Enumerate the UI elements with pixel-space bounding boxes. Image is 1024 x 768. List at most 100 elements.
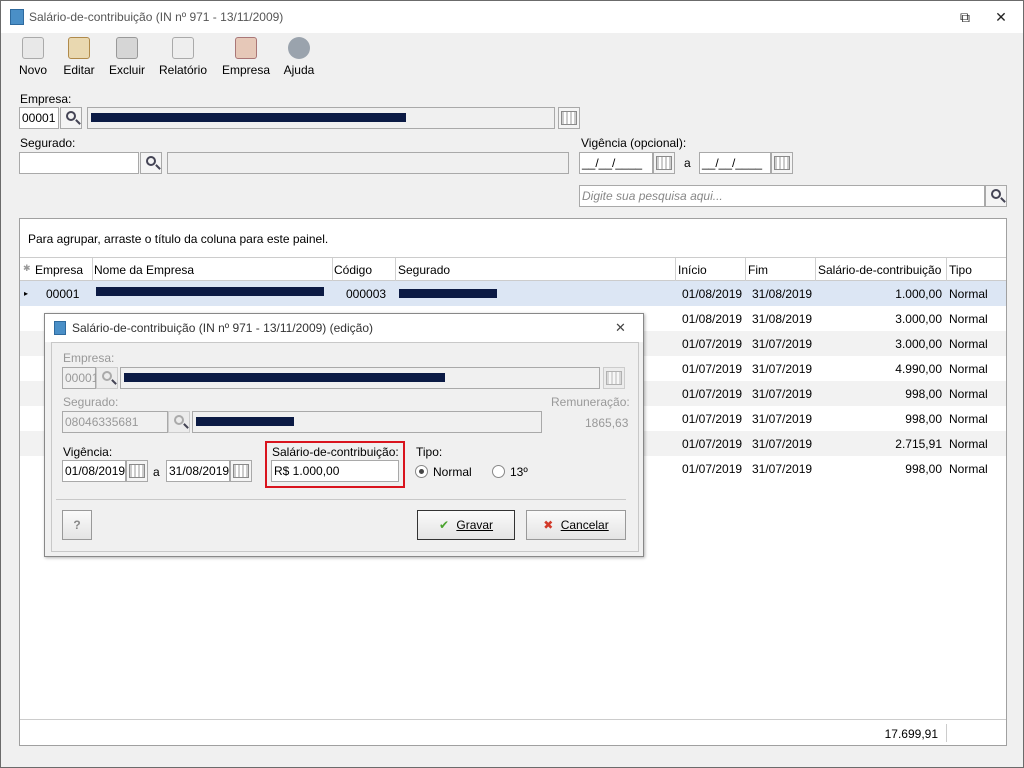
empresa-search-button[interactable] bbox=[60, 107, 82, 129]
col-tipo[interactable]: Tipo bbox=[949, 263, 972, 277]
row-pointer-icon: ▸ bbox=[24, 289, 29, 298]
dlg-help-button[interactable]: ? bbox=[62, 510, 92, 540]
cell-inicio: 01/07/2019 bbox=[682, 462, 743, 476]
cell-inicio: 01/08/2019 bbox=[682, 312, 743, 326]
dlg-tipo-label: Tipo: bbox=[416, 445, 443, 459]
vigencia-to-input[interactable]: __/__/____ bbox=[699, 152, 771, 174]
edit-dialog: Salário-de-contribuição (IN nº 971 - 13/… bbox=[44, 313, 644, 557]
dlg-segurado-search bbox=[168, 411, 190, 433]
vigencia-from-calendar-button[interactable] bbox=[653, 152, 675, 174]
empresa-label: Empresa: bbox=[20, 92, 72, 106]
row-indicator-header: ✱ bbox=[23, 263, 31, 273]
cell-inicio: 01/07/2019 bbox=[682, 362, 743, 376]
cancel-x-icon: ✖ bbox=[543, 518, 554, 532]
editar-label: Editar bbox=[63, 63, 95, 77]
tipo-normal-label: Normal bbox=[433, 465, 472, 479]
col-fim[interactable]: Fim bbox=[748, 263, 768, 277]
cancelar-label: Cancelar bbox=[560, 518, 609, 532]
calendar-icon bbox=[233, 464, 249, 478]
grid-footer: 17.699,91 bbox=[20, 719, 1006, 745]
app-icon bbox=[10, 9, 24, 25]
cell-tipo: Normal bbox=[949, 437, 988, 451]
dialog-close-icon[interactable]: ✕ bbox=[615, 320, 626, 336]
col-segurado[interactable]: Segurado bbox=[398, 263, 450, 277]
empresa-code-input[interactable]: 00001 bbox=[19, 107, 59, 129]
col-separator bbox=[92, 258, 93, 282]
cell-inicio: 01/08/2019 bbox=[682, 287, 743, 301]
close-button[interactable]: ✕ bbox=[987, 7, 1015, 27]
col-nome-empresa[interactable]: Nome da Empresa bbox=[94, 263, 194, 277]
cell-tipo: Normal bbox=[949, 337, 988, 351]
cell-empresa: 00001 bbox=[46, 287, 80, 301]
empresa-label: Empresa bbox=[221, 63, 271, 77]
col-salario[interactable]: Salário-de-contribuição bbox=[818, 263, 941, 277]
company-icon bbox=[235, 37, 257, 59]
empresa-button[interactable]: Empresa bbox=[221, 37, 271, 81]
redacted-segurado-name bbox=[196, 417, 294, 426]
col-codigo[interactable]: Código bbox=[334, 263, 372, 277]
relatorio-button[interactable]: Relatório bbox=[157, 37, 209, 81]
search-icon bbox=[102, 371, 112, 381]
cell-tipo: Normal bbox=[949, 412, 988, 426]
calendar-icon bbox=[656, 156, 672, 170]
dlg-remuneracao-label: Remuneração: bbox=[551, 395, 630, 409]
cell-tipo: Normal bbox=[949, 462, 988, 476]
dlg-salario-input[interactable]: R$ 1.000,00 bbox=[271, 460, 399, 482]
search-icon bbox=[66, 111, 76, 121]
table-row[interactable]: ▸ 00001 000003 01/08/2019 31/08/2019 1.0… bbox=[20, 281, 1006, 306]
search-icon bbox=[991, 189, 1001, 199]
segurado-code-input[interactable] bbox=[19, 152, 139, 174]
tipo-normal-radio[interactable] bbox=[415, 465, 428, 478]
vigencia-from-input[interactable]: __/__/____ bbox=[579, 152, 653, 174]
search-input[interactable]: Digite sua pesquisa aqui... bbox=[579, 185, 985, 207]
cell-salario: 998,00 bbox=[905, 387, 942, 401]
dlg-segurado-label: Segurado: bbox=[63, 395, 119, 409]
table-icon bbox=[606, 371, 622, 385]
ajuda-button[interactable]: Ajuda bbox=[281, 37, 317, 81]
cell-inicio: 01/07/2019 bbox=[682, 437, 743, 451]
dlg-remuneracao-value: 1865,63 bbox=[585, 416, 629, 430]
cell-salario: 3.000,00 bbox=[895, 337, 942, 351]
dlg-vigencia-to-calendar[interactable] bbox=[230, 460, 252, 482]
tipo-13-radio[interactable] bbox=[492, 465, 505, 478]
vigencia-to-calendar-button[interactable] bbox=[771, 152, 793, 174]
dlg-empresa-code: 00001 bbox=[62, 367, 98, 389]
dlg-vigencia-from-calendar[interactable] bbox=[126, 460, 148, 482]
excluir-button[interactable]: Excluir bbox=[107, 37, 147, 81]
dlg-empresa-search bbox=[96, 367, 118, 389]
report-icon bbox=[172, 37, 194, 59]
segurado-name-field bbox=[167, 152, 569, 174]
col-empresa[interactable]: Empresa bbox=[35, 263, 83, 277]
cell-fim: 31/07/2019 bbox=[752, 362, 813, 376]
calendar-icon bbox=[774, 156, 790, 170]
table-icon bbox=[561, 111, 577, 125]
global-search-button[interactable] bbox=[985, 185, 1007, 207]
col-separator bbox=[745, 258, 746, 282]
novo-button[interactable]: Novo bbox=[15, 37, 51, 81]
segurado-label: Segurado: bbox=[20, 136, 76, 150]
col-separator bbox=[395, 258, 396, 282]
check-icon: ✔ bbox=[438, 518, 450, 532]
dlg-empresa-table bbox=[603, 367, 625, 389]
dialog-divider bbox=[56, 499, 626, 500]
redacted-segurado-name bbox=[399, 289, 497, 298]
empresa-table-button[interactable] bbox=[558, 107, 580, 129]
ajuda-label: Ajuda bbox=[283, 63, 315, 77]
cell-salario: 1.000,00 bbox=[895, 287, 942, 301]
editar-button[interactable]: Editar bbox=[61, 37, 97, 81]
dlg-vigencia-from-input[interactable]: 01/08/2019 bbox=[62, 460, 126, 482]
calendar-icon bbox=[129, 464, 145, 478]
vigencia-a-label: a bbox=[684, 156, 691, 170]
cell-salario: 3.000,00 bbox=[895, 312, 942, 326]
relatorio-label: Relatório bbox=[158, 63, 208, 77]
cell-tipo: Normal bbox=[949, 362, 988, 376]
col-inicio[interactable]: Início bbox=[678, 263, 707, 277]
cell-salario: 4.990,00 bbox=[895, 362, 942, 376]
restore-button[interactable]: ⧉ bbox=[951, 7, 979, 27]
cancelar-button[interactable]: ✖ Cancelar bbox=[526, 510, 626, 540]
dlg-segurado-code: 08046335681 bbox=[62, 411, 168, 433]
segurado-search-button[interactable] bbox=[140, 152, 162, 174]
gravar-button[interactable]: ✔ Gravar bbox=[417, 510, 515, 540]
dlg-vigencia-to-input[interactable]: 31/08/2019 bbox=[166, 460, 230, 482]
total-salario: 17.699,91 bbox=[884, 727, 938, 741]
